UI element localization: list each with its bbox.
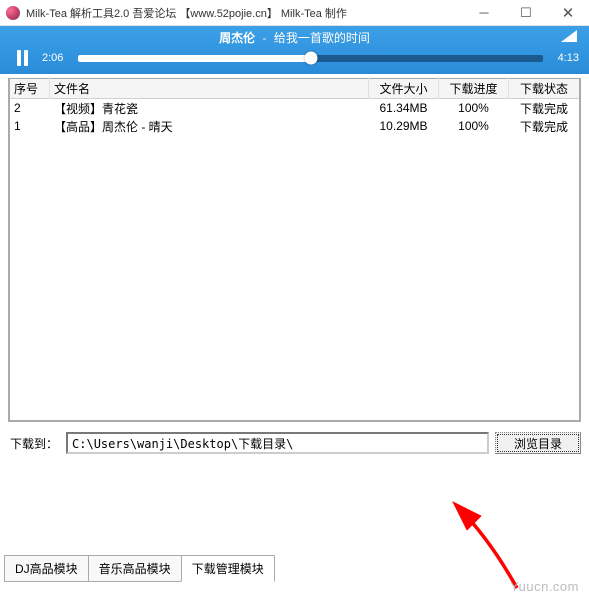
module-tabs: DJ高品模块音乐高品模块下载管理模块: [4, 555, 274, 582]
app-icon: [6, 6, 20, 20]
table-header: 序号 文件名 文件大小 下载进度 下载状态: [10, 79, 579, 99]
track-name: 给我一首歌的时间: [274, 31, 370, 45]
cell-filename: 【高品】周杰伦 - 晴天: [50, 116, 369, 137]
titlebar: Milk-Tea 解析工具2.0 吾爱论坛 【www.52pojie.cn】 M…: [0, 0, 589, 26]
header-status[interactable]: 下载状态: [509, 78, 579, 99]
header-filesize[interactable]: 文件大小: [369, 78, 439, 99]
artist-name: 周杰伦: [219, 31, 255, 45]
header-filename[interactable]: 文件名: [50, 78, 369, 99]
tab-DJ高品模块[interactable]: DJ高品模块: [4, 555, 89, 582]
progress-fill: [78, 55, 311, 62]
tab-下载管理模块[interactable]: 下载管理模块: [181, 555, 275, 582]
cell-index: 2: [10, 99, 50, 117]
volume-icon[interactable]: [559, 28, 579, 47]
watermark: Yuucn.com: [510, 579, 579, 594]
table-body: 2【视频】青花瓷61.34MB100%下载完成1【高品】周杰伦 - 晴天10.2…: [10, 99, 579, 135]
table-row[interactable]: 1【高品】周杰伦 - 晴天10.29MB100%下载完成: [10, 117, 579, 135]
audio-player: 周杰伦 - 给我一首歌的时间 2:06 4:13: [0, 26, 589, 74]
header-index[interactable]: 序号: [10, 78, 50, 99]
cell-status: 下载完成: [509, 116, 579, 137]
download-path-input[interactable]: [66, 432, 489, 454]
now-playing: 周杰伦 - 给我一首歌的时间: [219, 29, 370, 46]
download-path-bar: 下载到： 浏览目录: [8, 430, 581, 456]
cell-filesize: 10.29MB: [369, 117, 439, 135]
download-list-panel: 序号 文件名 文件大小 下载进度 下载状态 2【视频】青花瓷61.34MB100…: [8, 78, 581, 422]
close-button[interactable]: ✕: [547, 0, 589, 25]
maximize-button[interactable]: ☐: [505, 0, 547, 25]
cell-progress: 100%: [439, 117, 509, 135]
progress-thumb[interactable]: [304, 52, 317, 65]
cell-index: 1: [10, 117, 50, 135]
progress-bar[interactable]: [78, 55, 543, 62]
download-label: 下载到：: [8, 431, 60, 456]
time-elapsed: 2:06: [42, 52, 70, 64]
pause-button[interactable]: [10, 47, 34, 69]
table-row[interactable]: 2【视频】青花瓷61.34MB100%下载完成: [10, 99, 579, 117]
time-total: 4:13: [551, 52, 579, 64]
minimize-button[interactable]: ─: [463, 0, 505, 25]
browse-button[interactable]: 浏览目录: [495, 432, 581, 454]
cell-progress: 100%: [439, 99, 509, 117]
tab-音乐高品模块[interactable]: 音乐高品模块: [88, 555, 182, 582]
window-controls: ─ ☐ ✕: [463, 0, 589, 25]
window-title: Milk-Tea 解析工具2.0 吾爱论坛 【www.52pojie.cn】 M…: [26, 5, 347, 21]
header-progress[interactable]: 下载进度: [439, 78, 509, 99]
cell-filesize: 61.34MB: [369, 99, 439, 117]
title-separator: -: [263, 31, 267, 45]
